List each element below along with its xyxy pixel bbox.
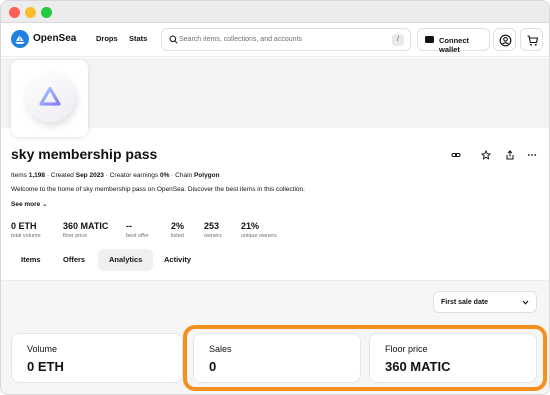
items-label: Items (11, 172, 27, 179)
profile-button[interactable] (493, 28, 516, 51)
earnings-value: 0% (159, 172, 170, 179)
maximize-window-button[interactable] (41, 7, 52, 18)
more-options-button[interactable] (525, 148, 539, 162)
volume-card: Volume 0 ETH (11, 333, 183, 383)
date-filter-dropdown[interactable]: First sale date (433, 291, 537, 313)
collection-title: sky membership pass (11, 146, 158, 162)
collection-avatar[interactable] (11, 60, 88, 137)
connect-wallet-button[interactable]: Connect wallet (417, 28, 490, 54)
triangle-logo-icon (39, 86, 61, 106)
share-icon (506, 150, 514, 160)
search-icon (169, 35, 178, 44)
stat-label: unique owners (241, 233, 277, 239)
stat-unique-owners: 21% unique owners (241, 221, 277, 239)
stat-label: floor price (63, 233, 88, 239)
created-value: Sep 2023 (75, 172, 104, 179)
tab-items[interactable]: Items (10, 249, 52, 271)
search-input[interactable]: Search items, collections, and accounts … (161, 28, 411, 51)
tab-activity[interactable]: Activity (153, 249, 202, 271)
search-placeholder: Search items, collections, and accounts (179, 36, 302, 43)
meta-separator: · (46, 172, 49, 179)
minimize-window-button[interactable] (25, 7, 36, 18)
browser-window: OpenSea Drops Stats Search items, collec… (0, 0, 550, 395)
collection-meta: Items 1,198 · Created Sep 2023 · Creator… (11, 172, 220, 179)
wallet-icon (425, 36, 434, 43)
chain-value: Polygon (193, 172, 220, 179)
stat-value: 0 ETH (11, 221, 37, 231)
top-navbar: OpenSea Drops Stats Search items, collec… (1, 23, 549, 57)
tab-analytics[interactable]: Analytics (98, 249, 154, 271)
stat-total-volume: 0 ETH total volume (11, 221, 41, 239)
stat-label: total volume (11, 233, 41, 239)
stat-value: -- (126, 221, 132, 231)
close-window-button[interactable] (9, 7, 20, 18)
nav-link-drops[interactable]: Drops (96, 34, 118, 43)
date-filter-label: First sale date (441, 299, 489, 306)
link-button[interactable] (449, 148, 463, 162)
created-label: Created (50, 172, 74, 179)
search-shortcut-key: / (392, 34, 404, 46)
items-value: 1,198 (28, 172, 45, 179)
title-bar (1, 1, 549, 23)
profile-icon (499, 34, 512, 47)
star-icon (481, 150, 491, 160)
earnings-label: Creator earnings (109, 172, 159, 179)
chevron-down-icon (522, 300, 529, 305)
card-value: 0 ETH (27, 359, 64, 374)
cart-icon (527, 35, 539, 46)
stat-best-offer: -- best offer (126, 221, 149, 239)
cart-button[interactable] (520, 28, 543, 51)
meta-separator: · (105, 172, 108, 179)
brand-name[interactable]: OpenSea (33, 33, 76, 44)
link-icon (451, 153, 461, 157)
favorite-button[interactable] (479, 148, 493, 162)
opensea-logo-icon[interactable] (11, 30, 29, 48)
collection-description: Welcome to the home of sky membership pa… (11, 186, 305, 193)
stat-value: 2% (171, 221, 185, 231)
meta-separator: · (171, 172, 174, 179)
share-button[interactable] (503, 148, 517, 162)
stat-label: owners (204, 233, 222, 239)
see-more-link[interactable]: See more ⌄ (11, 200, 48, 208)
tab-offers[interactable]: Offers (52, 249, 96, 271)
stat-label: listed (171, 233, 184, 239)
stat-value: 21% (241, 221, 260, 231)
stat-value: 253 (204, 221, 220, 231)
stat-floor-price: 360 MATIC floor price (63, 221, 108, 239)
nav-link-stats[interactable]: Stats (129, 34, 147, 43)
stat-label: best offer (126, 233, 149, 239)
stat-owners: 253 owners (204, 221, 222, 239)
more-icon (527, 154, 537, 156)
chain-label: Chain (175, 172, 193, 179)
card-title: Volume (27, 344, 58, 354)
connect-wallet-label: Connect wallet (439, 36, 469, 54)
highlight-annotation (183, 325, 547, 391)
stat-listed: 2% listed (171, 221, 184, 239)
stat-value: 360 MATIC (63, 221, 109, 231)
collection-logo (25, 72, 75, 122)
